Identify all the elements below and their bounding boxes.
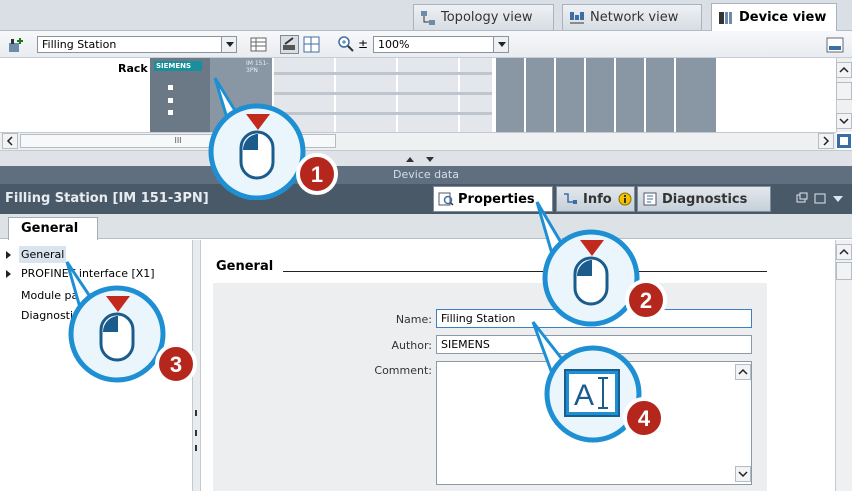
scroll-left-button[interactable] (2, 133, 18, 149)
inspector-title: Filling Station [IM 151-3PN] (5, 191, 209, 206)
scroll-up-button[interactable] (735, 364, 751, 380)
callout-type-name: A 4 (531, 321, 665, 443)
splitter-grip (195, 430, 197, 436)
rack-slot[interactable] (586, 58, 614, 132)
properties-icon (438, 192, 454, 206)
mouse-icon (573, 256, 609, 306)
led-indicator (168, 110, 173, 115)
maximize-icon[interactable] (814, 193, 826, 204)
chevron-down-icon[interactable] (221, 37, 236, 52)
expand-arrow-icon[interactable] (6, 251, 11, 259)
scroll-up-button[interactable] (836, 244, 852, 260)
splitter-arrows-icon[interactable] (400, 153, 440, 165)
text-cursor-icon: A (564, 369, 620, 417)
window-controls (796, 192, 843, 204)
topology-icon (421, 10, 435, 25)
splitter-grip (195, 445, 197, 451)
expand-arrow-icon[interactable] (6, 270, 11, 278)
rack-vertical-scrollbar[interactable] (836, 58, 852, 132)
rack-slot[interactable] (616, 58, 644, 132)
chevron-up-icon (839, 248, 849, 255)
zoom-icon[interactable] (337, 35, 356, 54)
callout-click-general: 3 (65, 261, 197, 385)
scroll-up-button[interactable] (836, 62, 852, 78)
tab-device-label: Device view (739, 10, 827, 25)
device-icon (719, 11, 732, 24)
chevron-up-icon (738, 368, 748, 375)
callout-number: 2 (640, 288, 652, 313)
mouse-icon (99, 312, 135, 362)
callout-click-properties: 2 (535, 201, 667, 327)
name-label: Name: (395, 313, 432, 326)
name-field-value: Filling Station (441, 312, 516, 325)
chevron-right-icon (823, 136, 830, 146)
callout-number: 3 (170, 352, 182, 377)
callout-click-rack: 1 (208, 77, 338, 200)
scroll-thumb[interactable] (836, 82, 852, 100)
tab-properties-label: Properties (458, 191, 535, 207)
rack-slot[interactable] (676, 58, 716, 132)
rack-slot[interactable] (646, 58, 674, 132)
properties-vertical-scrollbar[interactable] (835, 240, 852, 491)
tab-topology-label: Topology view (441, 10, 533, 25)
rack-slot[interactable] (526, 58, 554, 132)
scroll-down-button[interactable] (735, 466, 751, 482)
section-title: General (216, 259, 274, 274)
float-window-icon[interactable] (796, 192, 808, 203)
zoom-stepper-icon[interactable]: ± (358, 37, 368, 51)
led-indicator (168, 85, 173, 90)
rack-slot[interactable] (496, 58, 524, 132)
network-icon (570, 11, 584, 23)
rack-label: Rack (118, 62, 148, 75)
panel-toggle-icon[interactable] (826, 37, 844, 53)
general-tab-strip (0, 214, 852, 239)
zoom-select-value: 100% (378, 38, 410, 51)
scroll-right-button[interactable] (818, 133, 834, 149)
tab-network-label: Network view (590, 10, 679, 25)
collapse-icon[interactable] (833, 196, 843, 202)
device-overview-icon[interactable] (280, 35, 299, 54)
chevron-up-icon (839, 66, 849, 73)
splitter-grip (195, 410, 197, 416)
rack-horizontal-scrollbar[interactable]: III (0, 132, 836, 150)
panel-splitter[interactable] (0, 150, 852, 166)
grid-view-icon[interactable] (249, 35, 268, 54)
mouse-icon (239, 130, 275, 180)
rack-slot[interactable] (556, 58, 584, 132)
tab-network-view[interactable]: Network view (562, 4, 702, 30)
add-device-icon[interactable] (7, 36, 25, 54)
device-data-bar[interactable]: Device data (0, 166, 852, 184)
rack-slot[interactable] (398, 58, 458, 132)
tab-topology-view[interactable]: Topology view (413, 4, 554, 30)
device-select[interactable]: Filling Station (37, 36, 237, 53)
siemens-brand: SIEMENS (154, 61, 202, 71)
svg-text:A: A (574, 379, 594, 412)
table-icon[interactable] (302, 35, 321, 54)
chevron-down-icon (839, 118, 849, 125)
device-select-value: Filling Station (42, 38, 117, 51)
author-field-value: SIEMENS (441, 338, 490, 351)
rack-slot[interactable] (460, 58, 492, 132)
rack-slot[interactable] (336, 58, 396, 132)
chevron-left-icon (6, 136, 13, 146)
callout-number: 1 (311, 162, 323, 187)
zoom-select[interactable]: 100% (373, 36, 509, 53)
chevron-down-icon (738, 471, 748, 478)
scroll-down-button[interactable] (836, 113, 852, 129)
callout-number: 4 (638, 406, 651, 431)
tab-device-view[interactable]: Device view (711, 3, 837, 31)
tab-general[interactable]: General (8, 217, 98, 240)
led-indicator (168, 98, 173, 103)
scroll-thumb[interactable] (836, 262, 852, 280)
overview-navigation-icon[interactable] (836, 133, 852, 149)
comment-label: Comment: (374, 364, 432, 377)
author-label: Author: (391, 339, 432, 352)
chevron-down-icon[interactable] (493, 37, 508, 52)
